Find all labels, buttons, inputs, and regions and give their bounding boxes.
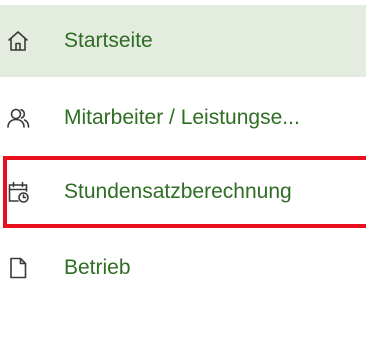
sidebar-item-label: Startseite	[64, 29, 153, 52]
home-icon	[6, 29, 30, 53]
sidebar-item-label: Mitarbeiter / Leistungse...	[64, 106, 300, 129]
sidebar-item-stundensatzberechnung[interactable]: Stundensatzberechnung	[0, 156, 366, 228]
sidebar-item-startseite[interactable]: Startseite	[0, 5, 366, 77]
document-icon	[6, 256, 30, 280]
users-icon	[6, 106, 30, 130]
sidebar-item-betrieb[interactable]: Betrieb	[0, 232, 366, 304]
calendar-clock-icon	[6, 180, 30, 204]
sidebar-item-label: Stundensatzberechnung	[64, 180, 292, 203]
sidebar-item-label: Betrieb	[64, 256, 131, 279]
sidebar-item-mitarbeiter[interactable]: Mitarbeiter / Leistungse...	[0, 82, 366, 154]
